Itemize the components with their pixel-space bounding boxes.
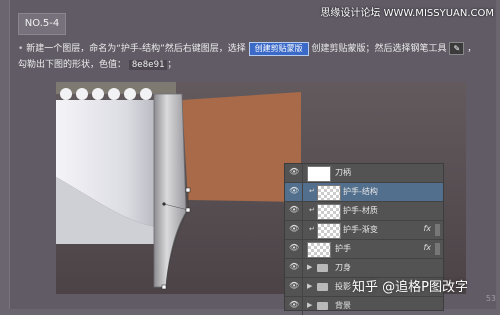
layer-thumbnail <box>317 223 341 239</box>
clip-arrow-icon: ↵ <box>309 187 315 195</box>
anchor-point-1 <box>185 187 191 193</box>
pen-icon: ✎ <box>449 42 465 55</box>
layer-row-刀柄[interactable]: 👁 刀柄 <box>285 164 443 183</box>
watermark-bottom: 知乎 @追格P图改字 <box>352 280 468 295</box>
eye-icon[interactable]: 👁 <box>289 301 299 309</box>
layer-thumbnail <box>317 204 341 220</box>
eye-icon[interactable]: 👁 <box>289 263 299 271</box>
fx-icon[interactable]: fx <box>423 243 431 252</box>
effects-toggle[interactable] <box>435 243 440 255</box>
eye-icon[interactable]: 👁 <box>289 187 299 195</box>
divider <box>302 164 303 182</box>
watermark-top: 思缘设计论坛 WWW.MISSYUAN.COM <box>320 8 494 19</box>
eye-icon[interactable]: 👁 <box>289 168 299 176</box>
folder-icon <box>317 283 328 291</box>
layer-row-护手-材质[interactable]: 👁 ↵ 护手-材质 <box>285 202 443 221</box>
divider <box>302 202 303 220</box>
eye-icon[interactable]: 👁 <box>289 244 299 252</box>
control-point <box>162 202 166 206</box>
bullet: • <box>18 44 24 54</box>
divider <box>302 297 303 315</box>
create-clipping-mask-chip: 创建剪贴蒙版 <box>248 41 309 56</box>
layer-name: 护手-材质 <box>343 206 378 215</box>
effects-toggle[interactable] <box>435 224 440 236</box>
group-name: 背景 <box>335 301 351 310</box>
expand-arrow-icon[interactable]: ▶ <box>307 282 312 290</box>
eye-icon[interactable]: 👁 <box>289 206 299 214</box>
layer-row-护手-渐变[interactable]: 👁 ↵ 护手-渐变 fx <box>285 221 443 240</box>
divider <box>302 259 303 277</box>
clip-arrow-icon: ↵ <box>309 225 315 233</box>
step-badge: NO.5-4 <box>18 13 66 35</box>
layer-name: 护手-渐变 <box>343 225 378 234</box>
clip-arrow-icon: ↵ <box>309 206 315 214</box>
page-number: 53 <box>485 294 496 303</box>
divider <box>302 183 303 201</box>
instruction-part-4: ； <box>167 60 177 70</box>
fx-icon[interactable]: fx <box>423 224 431 233</box>
color-value: 8e8e91 <box>128 60 168 70</box>
divider <box>302 278 303 296</box>
anchor-point-3 <box>161 284 167 290</box>
expand-arrow-icon[interactable]: ▶ <box>307 263 312 271</box>
group-row-背景[interactable]: 👁 ▶ 背景 <box>285 297 443 315</box>
anchor-point-2 <box>185 207 191 213</box>
layer-name: 刀柄 <box>335 168 351 177</box>
instruction-part-2: 创建剪贴蒙版；然后选择钢笔工具 <box>311 44 447 54</box>
layer-thumbnail <box>317 185 341 201</box>
divider <box>302 240 303 258</box>
divider <box>302 221 303 239</box>
expand-arrow-icon[interactable]: ▶ <box>307 301 312 309</box>
layer-name: 护手 <box>335 244 351 253</box>
instruction-text: • 新建一个图层，命名为“护手-结构”然后右键图层，选择 创建剪贴蒙版 创建剪贴… <box>18 41 478 73</box>
instruction-part-1: 新建一个图层，命名为“护手-结构”然后右键图层，选择 <box>26 44 246 54</box>
group-name: 刀身 <box>335 263 351 272</box>
group-name: 投影 <box>335 282 351 291</box>
eye-icon[interactable]: 👁 <box>289 282 299 290</box>
layer-thumbnail <box>307 242 331 258</box>
layer-row-护手[interactable]: 👁 护手 fx <box>285 240 443 259</box>
eye-icon[interactable]: 👁 <box>289 225 299 233</box>
layer-name: 护手-结构 <box>343 187 378 196</box>
layer-row-护手-结构[interactable]: 👁 ↵ 护手-结构 <box>285 183 443 202</box>
layer-thumbnail <box>307 166 331 182</box>
folder-icon <box>317 264 328 272</box>
